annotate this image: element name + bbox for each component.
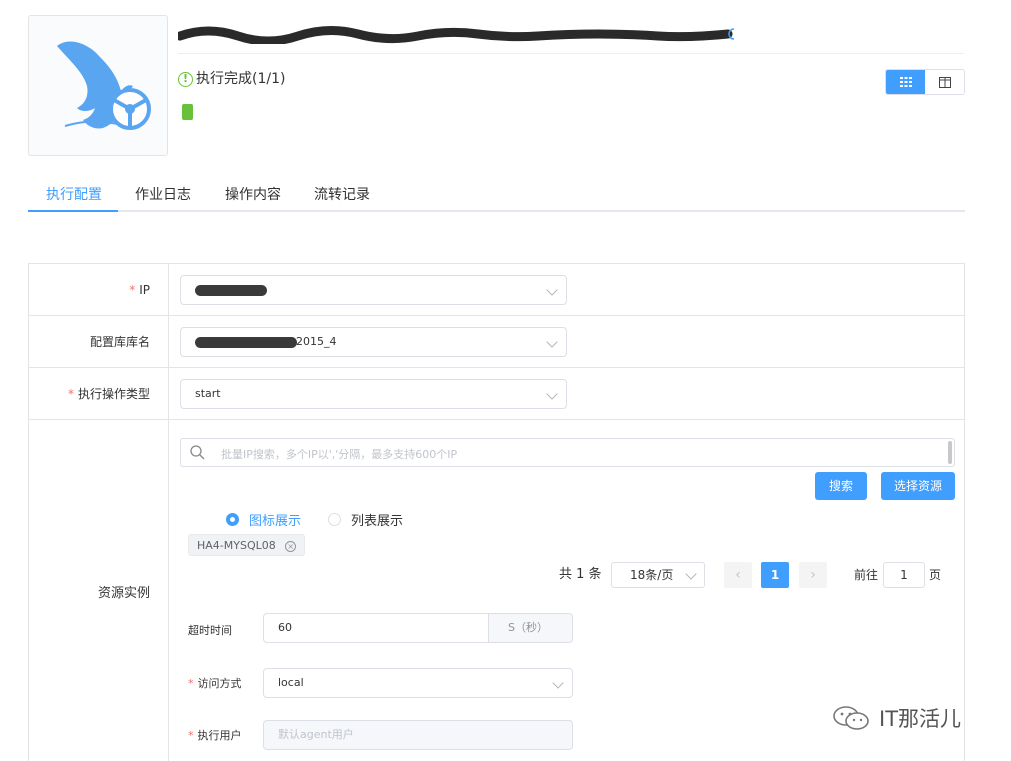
search-placeholder: 批量IP搜索，多个IP以','分隔，最多支持600个IP [221,448,458,461]
goto-page-input[interactable]: 1 [883,562,925,588]
select-resource-button[interactable]: 选择资源 [881,472,955,500]
radio-icon-view[interactable]: 图标展示 [226,510,301,529]
config-db-select[interactable]: 2015_4 [180,327,567,357]
chevron-down-icon [546,284,558,296]
config-db-value: 2015_4 [296,335,337,348]
next-page-button[interactable]: › [799,562,827,588]
ip-label: * IP [29,264,169,315]
chevron-down-icon [685,568,697,580]
exec-config-form: * IP 配置库库名 2015_4 * 执行操作类型 start 资源实例 批量… [28,263,965,761]
access-select[interactable]: local [263,668,573,698]
goto-prefix: 前往 [854,568,879,582]
required-mark: * [188,729,194,742]
columns-icon [938,76,951,88]
chevron-down-icon [546,336,558,348]
goto-suffix: 页 [929,568,942,582]
active-tab-indicator [28,210,118,212]
tab-operation-content[interactable]: 操作内容 [225,184,281,204]
resource-label: 资源实例 [29,420,169,761]
ip-select[interactable] [180,275,567,305]
redacted-title [178,26,734,44]
required-mark: * [67,386,74,401]
timeout-label: 超时时间 [188,624,232,637]
required-mark: * [129,282,136,297]
radio-checked-icon [226,513,239,526]
watermark: IT那活儿 [831,703,961,733]
access-label: * 访问方式 [188,677,242,690]
form-row-config-db: 配置库库名 2015_4 [29,316,964,368]
form-row-ip: * IP [29,264,964,316]
op-type-select[interactable]: start [180,379,567,409]
tab-job-log[interactable]: 作业日志 [135,184,191,204]
page-1-button[interactable]: 1 [761,562,789,588]
page-size-select[interactable]: 18条/页 [611,562,705,588]
radio-list-view[interactable]: 列表展示 [328,510,403,529]
radio-unchecked-icon [328,513,341,526]
pager-total: 共 1 条 [559,567,602,582]
close-icon[interactable]: × [285,541,297,552]
redacted-db-name [195,337,297,348]
timeout-unit: S（秒） [488,613,573,643]
required-mark: * [188,677,194,690]
execution-status: ! 执行完成(1/1) [178,69,285,89]
grid-icon [899,77,912,87]
timeout-input[interactable]: 60 [263,613,489,643]
op-type-label: * 执行操作类型 [29,368,169,419]
search-button[interactable]: 搜索 [815,472,867,500]
watermark-text: IT那活儿 [879,707,962,731]
search-icon [190,445,205,460]
config-db-label: 配置库库名 [29,316,169,367]
wechat-icon [833,706,869,730]
status-text: 执行完成(1/1) [196,71,286,87]
tab-flow-record[interactable]: 流转记录 [314,184,370,204]
chevron-down-icon [546,388,558,400]
detail-tabs: 执行配置 作业日志 操作内容 流转记录 [28,174,965,212]
app-logo [28,15,168,156]
exec-user-label: * 执行用户 [188,729,242,742]
grid-view-button[interactable] [886,70,925,94]
batch-ip-search-input[interactable]: 批量IP搜索，多个IP以','分隔，最多支持600个IP [180,438,955,467]
info-icon: ! [178,71,193,87]
form-row-op-type: * 执行操作类型 start [29,368,964,420]
scrollbar[interactable] [948,441,952,464]
view-toggle [885,69,965,95]
page-header [178,18,964,54]
tab-exec-config[interactable]: 执行配置 [46,184,102,204]
exec-user-input: 默认agent用户 [263,720,573,750]
prev-page-button[interactable]: ‹ [724,562,752,588]
columns-view-button[interactable] [925,70,964,94]
redacted-ip [195,285,267,296]
chevron-down-icon [552,677,564,689]
status-indicator [182,104,193,120]
resource-tag: HA4-MYSQL08 × [188,534,306,556]
